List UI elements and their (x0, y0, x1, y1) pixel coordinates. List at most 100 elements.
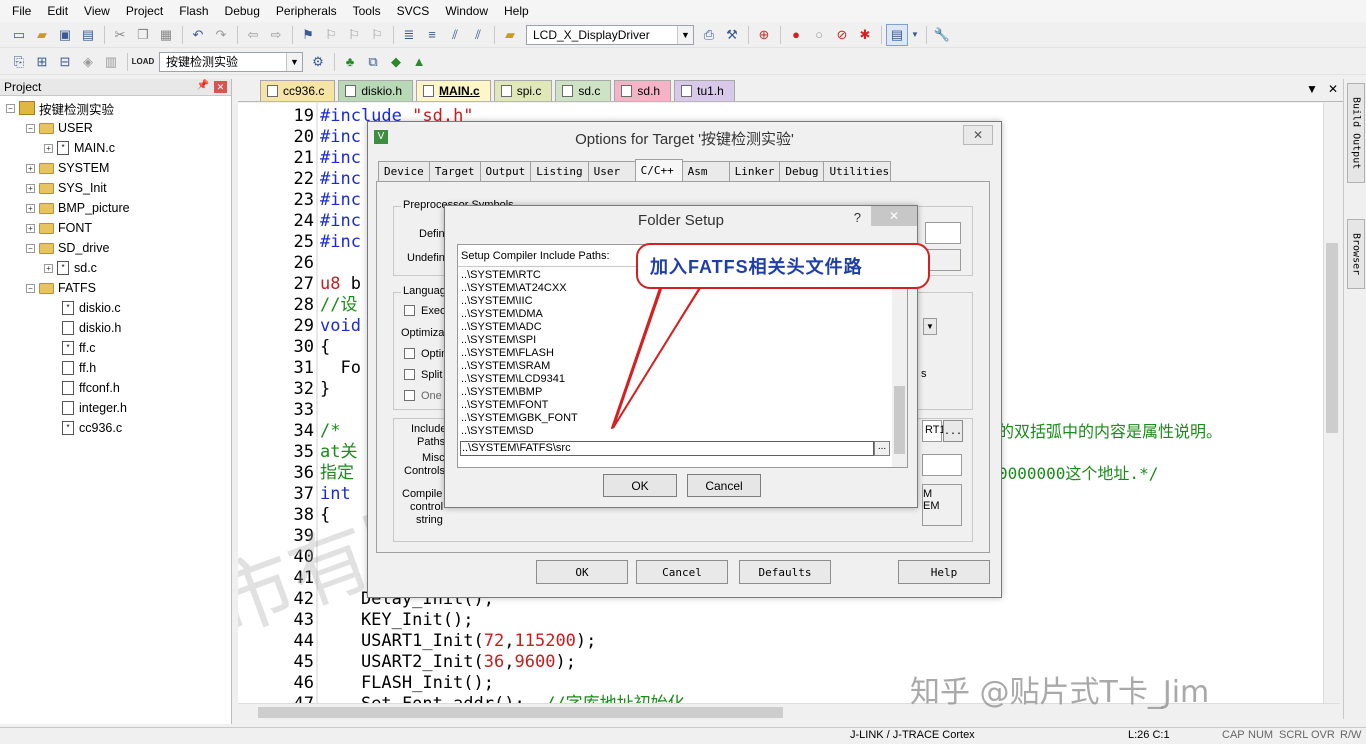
tab-diskio-h[interactable]: diskio.h (338, 80, 414, 101)
tree-root[interactable]: − 按键检测实验 (6, 98, 114, 118)
breakpoint-disable-icon[interactable]: ○ (808, 24, 830, 46)
tab-listing[interactable]: Listing (530, 161, 589, 181)
breakpoint-icon[interactable]: ● (785, 24, 807, 46)
cut-icon[interactable]: ✂ (109, 24, 131, 46)
paths-list-scrollbar[interactable]: ▼ (892, 268, 907, 467)
bookmark-prev-icon[interactable]: ⚐ (320, 24, 342, 46)
tree-folder-bmp-picture[interactable]: + BMP_picture (26, 198, 130, 218)
help-icon[interactable]: ? (854, 210, 861, 225)
include-path-item[interactable]: ..\SYSTEM\DMA (461, 308, 543, 321)
folder-ok-button[interactable]: OK (603, 474, 677, 497)
paste-icon[interactable]: ▦ (155, 24, 177, 46)
copy-icon[interactable]: ❐ (132, 24, 154, 46)
new-file-icon[interactable]: ▭ (8, 24, 30, 46)
define-field[interactable] (925, 222, 961, 244)
undo-icon[interactable]: ↶ (187, 24, 209, 46)
menu-svcs[interactable]: SVCS (389, 1, 438, 21)
collapse-icon[interactable]: − (26, 123, 35, 133)
close-tab-icon[interactable]: ✕ (1328, 82, 1338, 96)
close-icon[interactable]: ✕ (214, 81, 227, 93)
chevron-down-icon[interactable]: ▼ (677, 25, 693, 44)
breakpoint-kill-all-icon[interactable]: ✱ (854, 24, 876, 46)
expand-icon[interactable]: + (26, 203, 35, 213)
unindent-icon[interactable]: ≡ (421, 24, 443, 46)
include-paths-browse-button[interactable]: ... (943, 420, 963, 442)
one-elf-checkbox[interactable] (404, 390, 415, 401)
comment-icon[interactable]: ⫽ (444, 24, 466, 46)
tab-output[interactable]: Output (479, 161, 532, 181)
tab-user[interactable]: User (587, 161, 636, 181)
include-path-item[interactable]: ..\SYSTEM\LCD9341 (461, 373, 565, 386)
nav-forward-icon[interactable]: ⇨ (265, 24, 287, 46)
folder-cancel-button[interactable]: Cancel (687, 474, 761, 497)
tab-sd-c[interactable]: sd.c (555, 80, 612, 101)
tab-list-icon[interactable]: ▼ (1306, 82, 1318, 96)
menu-debug[interactable]: Debug (217, 1, 268, 21)
bookmark-clear-icon[interactable]: ⚐ (366, 24, 388, 46)
find-in-files-icon[interactable]: ▰ (499, 24, 521, 46)
tab-debug[interactable]: Debug (779, 161, 825, 181)
download-icon[interactable]: LOAD (132, 51, 155, 73)
expand-icon[interactable]: + (44, 263, 53, 273)
function-combo[interactable]: LCD_X_DisplayDriver ▼ (526, 24, 694, 45)
menu-peripherals[interactable]: Peripherals (268, 1, 345, 21)
tree-folder-font[interactable]: + FONT (26, 218, 92, 238)
tree-file-sd-c[interactable]: + * sd.c (44, 258, 97, 278)
tree-folder-fatfs[interactable]: − FATFS (26, 278, 96, 298)
include-path-item[interactable]: ..\SYSTEM\RTC (461, 269, 541, 282)
stop-build-icon[interactable]: ▥ (100, 51, 122, 73)
window-layout-icon[interactable]: ▤ (886, 23, 908, 46)
select-packs-icon[interactable]: ◆ (385, 51, 407, 73)
include-paths-field[interactable]: RT1 (922, 420, 946, 442)
incremental-find-icon[interactable]: ⚒ (721, 24, 743, 46)
cancel-button[interactable]: Cancel (636, 560, 728, 584)
menu-flash[interactable]: Flash (171, 1, 216, 21)
help-button[interactable]: Help (898, 560, 990, 584)
rebuild-icon[interactable]: ⊟ (54, 51, 76, 73)
tree-file-diskio-c[interactable]: * diskio.c (62, 298, 121, 318)
tree-file-integer-h[interactable]: integer.h (62, 398, 127, 418)
include-path-item[interactable]: ..\SYSTEM\ADC (461, 321, 542, 334)
browser-tab[interactable]: Browser (1347, 219, 1365, 289)
expand-icon[interactable]: + (26, 223, 35, 233)
tab-tu1-h[interactable]: tu1.h (674, 80, 735, 101)
tab-device[interactable]: Device (378, 161, 430, 181)
split-checkbox[interactable] (404, 369, 415, 380)
tree-file-ffconf-h[interactable]: ffconf.h (62, 378, 120, 398)
debug-session-icon[interactable]: ⊕ (753, 24, 775, 46)
tree-file-ff-h[interactable]: ff.h (62, 358, 96, 378)
ok-button[interactable]: OK (536, 560, 628, 584)
tab-utilities[interactable]: Utilities (823, 161, 892, 181)
collapse-icon[interactable]: − (26, 243, 35, 253)
close-button[interactable]: ✕ (871, 206, 917, 226)
editor-vertical-scrollbar[interactable] (1323, 103, 1340, 703)
run-time-env-icon[interactable]: ▲ (408, 51, 430, 73)
menu-edit[interactable]: Edit (39, 1, 76, 21)
open-file-icon[interactable]: ▰ (31, 24, 53, 46)
redo-icon[interactable]: ↷ (210, 24, 232, 46)
indent-icon[interactable]: ≣ (398, 24, 420, 46)
batch-build-icon[interactable]: ◈ (77, 51, 99, 73)
optimize-checkbox[interactable] (404, 348, 415, 359)
menu-window[interactable]: Window (437, 1, 496, 21)
include-path-item[interactable]: ..\SYSTEM\GBK_FONT (461, 412, 578, 425)
tree-folder-sys-init[interactable]: + SYS_Init (26, 178, 107, 198)
save-icon[interactable]: ▣ (54, 24, 76, 46)
breakpoint-disable-all-icon[interactable]: ⊘ (831, 24, 853, 46)
include-path-item[interactable]: ..\SYSTEM\SD (461, 425, 534, 438)
scrollbar-thumb[interactable] (1326, 243, 1338, 433)
chevron-down-icon[interactable]: ▼ (286, 52, 302, 71)
expand-icon[interactable]: + (26, 163, 35, 173)
scrollbar-thumb[interactable] (258, 707, 783, 718)
save-all-icon[interactable]: ▤ (77, 24, 99, 46)
build-icon[interactable]: ⊞ (31, 51, 53, 73)
collapse-icon[interactable]: − (6, 103, 15, 113)
file-extensions-icon[interactable]: ⧉ (362, 51, 384, 73)
chevron-down-icon[interactable]: ▼ (923, 318, 937, 335)
nav-back-icon[interactable]: ⇦ (242, 24, 264, 46)
tab-sd-h[interactable]: sd.h (614, 80, 672, 101)
chevron-down-icon[interactable]: ▼ (909, 24, 921, 46)
expand-icon[interactable]: + (44, 143, 53, 153)
tab-asm[interactable]: Asm (681, 161, 730, 181)
tab-main-c[interactable]: MAIN.c (416, 80, 491, 101)
